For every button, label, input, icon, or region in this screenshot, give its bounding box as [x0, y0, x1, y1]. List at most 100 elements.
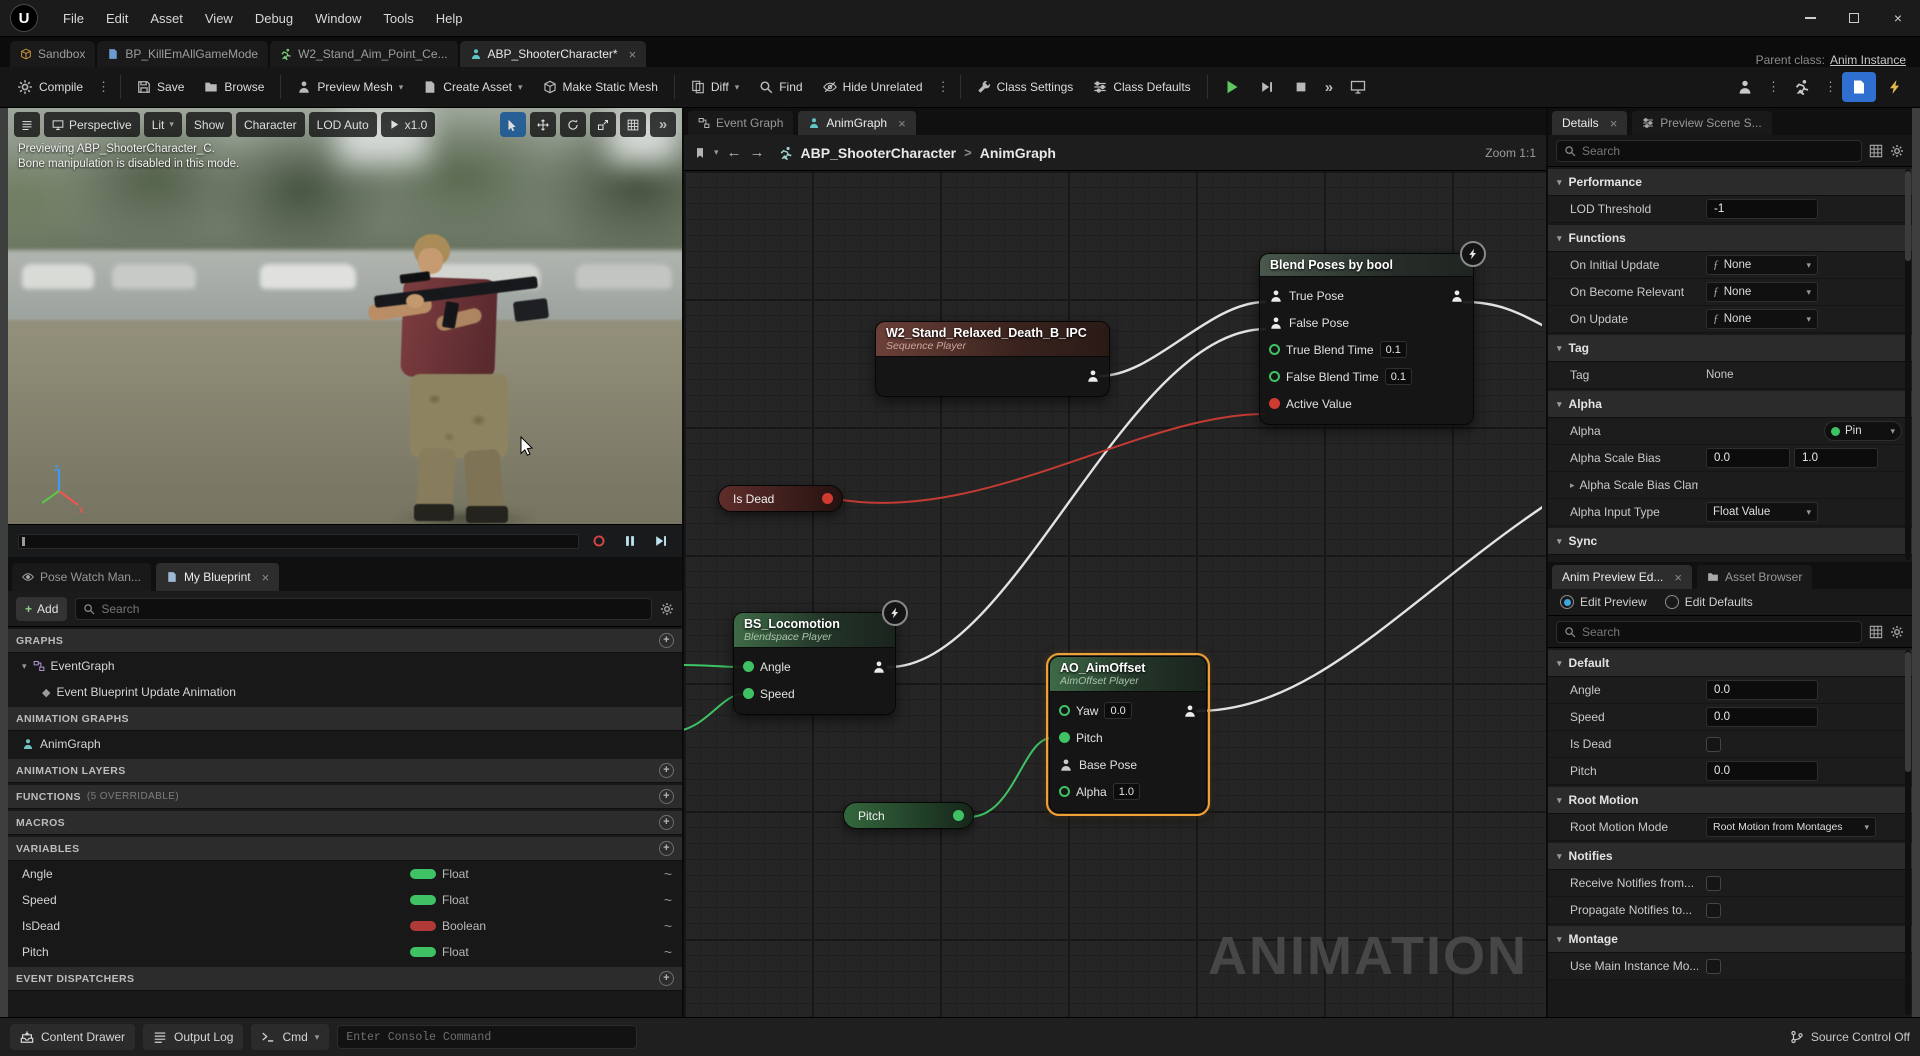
section-variables[interactable]: VARIABLES + [8, 837, 682, 861]
propagate-notifies-checkbox[interactable] [1706, 902, 1721, 918]
menu-asset[interactable]: Asset [139, 0, 194, 37]
compile-button[interactable]: Compile [8, 72, 92, 102]
node-blend-poses-by-bool[interactable]: Blend Poses by bool True Pose False Pose [1259, 241, 1486, 425]
menu-help[interactable]: Help [425, 0, 474, 37]
bool-input-pin[interactable] [1269, 398, 1280, 409]
yaw-input[interactable]: 0.0 [1104, 702, 1132, 719]
node-variable-pitch[interactable]: Pitch [843, 802, 974, 829]
create-asset-button[interactable]: Create Asset ▾ [414, 72, 531, 102]
close-tab-icon[interactable]: × [1610, 116, 1618, 131]
viewport-toolbar-overflow-button[interactable]: » [650, 112, 676, 137]
pose-output-pin[interactable] [872, 660, 886, 674]
nav-forward-icon[interactable]: → [750, 145, 765, 160]
diff-button[interactable]: Diff ▾ [682, 72, 748, 102]
physics-shortcut-button[interactable] [1878, 72, 1912, 102]
parent-class-link[interactable]: Anim Instance [1830, 53, 1906, 67]
record-button[interactable] [588, 530, 610, 552]
section-root-motion[interactable]: ▾ Root Motion [1548, 787, 1912, 814]
on-initial-update-dropdown[interactable]: ƒ None ▾ [1706, 255, 1818, 275]
step-forward-button[interactable] [650, 530, 672, 552]
tab-sandbox[interactable]: Sandbox [10, 41, 96, 67]
toolbar-overflow-icon[interactable]: » [1319, 79, 1339, 96]
tag-value[interactable]: None [1706, 369, 1734, 381]
tab-details[interactable]: Details × [1552, 111, 1628, 135]
tab-preview-scene-settings[interactable]: Preview Scene S... [1632, 111, 1772, 135]
cmd-button[interactable]: Cmd ▾ [251, 1024, 330, 1050]
viewport-3d-scene[interactable] [8, 108, 682, 557]
radio-edit-defaults[interactable]: Edit Defaults [1664, 595, 1753, 609]
node-aimoffset-player[interactable]: AO_AimOffset AimOffset Player Yaw 0.0 Pi… [1046, 653, 1210, 816]
blueprint-settings-button[interactable] [660, 602, 674, 616]
on-become-relevant-dropdown[interactable]: ƒ None ▾ [1706, 282, 1818, 302]
pose-input-pin[interactable] [1269, 289, 1283, 303]
tab-pose-watch-manager[interactable]: Pose Watch Man... [12, 563, 151, 591]
instance-editable-icon[interactable]: ~ [664, 944, 672, 960]
breadcrumb-root[interactable]: ABP_ShooterCharacter [801, 145, 957, 161]
root-motion-mode-dropdown[interactable]: Root Motion from Montages ▾ [1706, 817, 1876, 837]
receive-notifies-checkbox[interactable] [1706, 875, 1721, 891]
close-tab-icon[interactable]: × [1674, 570, 1682, 585]
pose-input-pin[interactable] [1269, 316, 1283, 330]
maximize-button[interactable] [1832, 0, 1876, 37]
anim-preview-settings-button[interactable] [1890, 625, 1904, 639]
float-input-pin[interactable] [1059, 705, 1070, 716]
use-main-instance-checkbox[interactable] [1706, 958, 1721, 974]
anim-blueprint-shortcut-button[interactable] [1842, 72, 1876, 102]
variable-row-isdead[interactable]: IsDead Boolean ~ [8, 913, 682, 939]
browse-button[interactable]: Browse [195, 72, 273, 102]
my-blueprint-search[interactable] [75, 597, 652, 620]
float-input-pin[interactable] [1059, 732, 1070, 743]
add-dispatcher-icon[interactable]: + [659, 971, 674, 986]
expander-icon[interactable]: ▾ [22, 661, 27, 672]
details-settings-button[interactable] [1890, 144, 1904, 158]
breadcrumb-current[interactable]: AnimGraph [980, 145, 1056, 161]
frame-skip-button[interactable] [1251, 72, 1283, 102]
section-default[interactable]: ▾ Default [1548, 650, 1912, 677]
scale-tool-button[interactable] [590, 112, 616, 137]
menu-file[interactable]: File [52, 0, 95, 37]
close-tab-icon[interactable]: × [629, 47, 637, 62]
float-input-pin[interactable] [1269, 371, 1280, 382]
details-view-options-button[interactable] [1869, 144, 1883, 158]
list-item-event-update-animation[interactable]: ◆ Event Blueprint Update Animation [8, 679, 682, 705]
float-input-pin[interactable] [1269, 344, 1280, 355]
pose-output-pin[interactable] [1183, 704, 1197, 718]
viewport-options-button[interactable] [14, 112, 40, 137]
radio-edit-preview[interactable]: Edit Preview [1560, 595, 1647, 609]
float-input-pin[interactable] [1059, 786, 1070, 797]
show-button[interactable]: Show [185, 112, 232, 137]
instance-editable-icon[interactable]: ~ [664, 918, 672, 934]
scrubber-handle[interactable] [22, 536, 25, 546]
node-sequence-player[interactable]: W2_Stand_Relaxed_Death_B_IPC Sequence Pl… [875, 321, 1110, 397]
tab-bp-killemallgamemode[interactable]: BP_KillEmAllGameMode [97, 41, 269, 67]
preview-mesh-button[interactable]: Preview Mesh ▾ [288, 72, 412, 102]
search-input[interactable] [101, 601, 644, 616]
tab-anim-graph[interactable]: AnimGraph × [798, 111, 916, 135]
add-button[interactable]: + Add [16, 596, 68, 621]
class-settings-button[interactable]: Class Settings [968, 72, 1083, 102]
false-blend-time-input[interactable]: 0.1 [1384, 368, 1413, 385]
section-functions[interactable]: FUNCTIONS (5 OVERRIDABLE) + [8, 785, 682, 809]
lod-threshold-input[interactable]: -1 [1706, 199, 1818, 219]
hide-unrelated-options-icon[interactable]: ⋮ [934, 79, 953, 95]
angle-input[interactable]: 0.0 [1706, 680, 1818, 700]
tab-event-graph[interactable]: Event Graph [688, 111, 794, 135]
details-search-input[interactable] [1582, 143, 1854, 158]
source-control-button[interactable]: Source Control Off [1790, 1030, 1910, 1044]
lit-button[interactable]: Lit ▾ [143, 112, 182, 137]
anim-preview-scrollbar[interactable] [1905, 650, 1911, 1015]
section-animation-graphs[interactable]: ANIMATION GRAPHS [8, 707, 682, 731]
nav-back-icon[interactable]: ← [727, 145, 742, 160]
is-dead-checkbox[interactable] [1706, 736, 1721, 752]
pose-watch-badge[interactable] [882, 600, 908, 626]
menu-view[interactable]: View [194, 0, 244, 37]
anim-preview-view-options-button[interactable] [1869, 625, 1883, 639]
move-tool-button[interactable] [530, 112, 556, 137]
character-button[interactable]: Character [235, 112, 305, 137]
section-performance[interactable]: ▾ Performance [1548, 169, 1912, 196]
section-functions[interactable]: ▾ Functions [1548, 225, 1912, 252]
select-tool-button[interactable] [500, 112, 526, 137]
close-tab-icon[interactable]: × [262, 570, 270, 585]
section-montage[interactable]: ▾ Montage [1548, 926, 1912, 953]
add-variable-icon[interactable]: + [659, 841, 674, 856]
